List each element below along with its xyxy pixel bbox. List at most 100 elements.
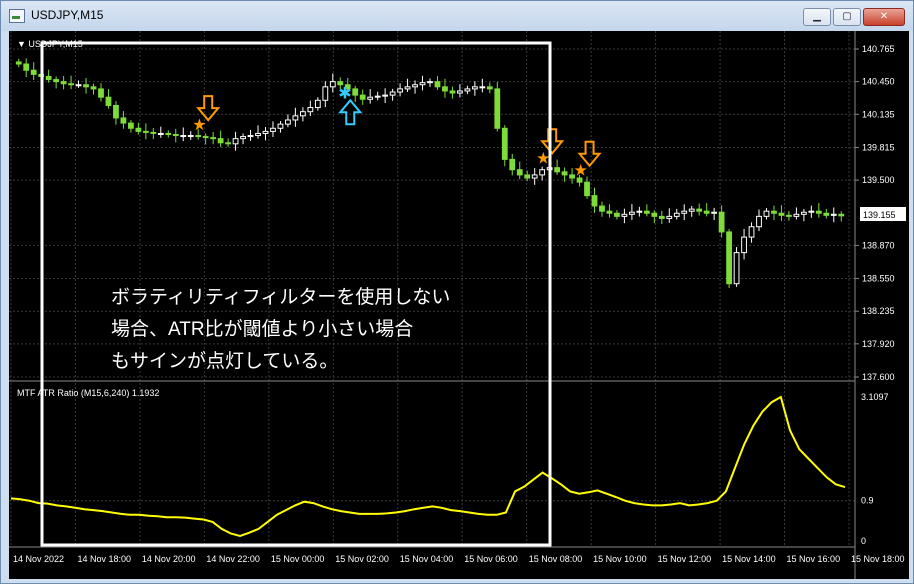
time-tick-label: 15 Nov 18:00 [851, 554, 905, 564]
candle-body [658, 215, 665, 219]
candle-body [643, 210, 650, 214]
time-tick-label: 15 Nov 10:00 [593, 554, 647, 564]
candle-body [741, 236, 747, 254]
candle-body [771, 210, 777, 214]
indicator-tick-label: 0 [861, 536, 866, 546]
sell-star-icon: ★ [192, 117, 206, 134]
candle-body [516, 169, 523, 176]
candle-body [584, 181, 590, 197]
chart-window: USDJPY,M15 ▁ ▢ ✕ ★ ✱ ★ ★ ▼ USDJPY,M15 MTF A… [0, 0, 914, 584]
candle-body [150, 131, 157, 134]
price-tick-label: 138.550 [862, 274, 895, 284]
candle-body [539, 169, 546, 176]
candle-body [412, 84, 418, 88]
candle-body [666, 215, 673, 219]
candle-body [591, 195, 598, 207]
candle-body [262, 130, 269, 134]
indicator-tick-label: 3.1097 [861, 392, 889, 402]
candle-body [113, 104, 119, 119]
price-tick-label: 138.235 [862, 306, 895, 316]
candle-body [60, 81, 67, 85]
candle-body [15, 61, 22, 65]
close-button[interactable]: ✕ [863, 8, 905, 26]
indicator-tick-label: 0.9 [861, 496, 874, 506]
candle-body [778, 212, 785, 216]
candle-body [628, 211, 635, 215]
candle-body [225, 142, 232, 145]
candle-body [337, 81, 344, 86]
candle-body [75, 84, 82, 87]
candle-body [217, 138, 224, 144]
candle-body [711, 211, 718, 214]
time-tick-label: 15 Nov 04:00 [400, 554, 454, 564]
candle-body [531, 174, 538, 179]
time-tick-label: 14 Nov 2022 [13, 554, 64, 564]
candle-body [382, 94, 389, 97]
candle-body [247, 135, 254, 138]
candle-body [23, 63, 30, 71]
time-tick-label: 14 Nov 20:00 [142, 554, 196, 564]
candle-body [277, 123, 284, 129]
candle-body [673, 212, 680, 217]
candle-body [464, 88, 471, 92]
time-tick-label: 14 Nov 22:00 [206, 554, 260, 564]
maximize-button[interactable]: ▢ [833, 8, 861, 26]
candle-body [524, 174, 531, 179]
candle-body [232, 138, 239, 145]
candle-body [142, 130, 149, 133]
time-tick-label: 14 Nov 18:00 [77, 554, 131, 564]
candle-body [501, 127, 508, 160]
price-tick-label: 140.765 [862, 44, 895, 54]
candle-body [471, 86, 478, 90]
candle-body [733, 252, 740, 285]
title-bar[interactable]: USDJPY,M15 ▁ ▢ ✕ [1, 1, 913, 31]
candle-body [172, 133, 179, 137]
candle-body [434, 81, 441, 88]
candle-body [292, 115, 299, 121]
candle-body [389, 91, 396, 96]
candle-body [120, 117, 127, 124]
candle-body [270, 127, 276, 132]
price-tick-label: 137.920 [862, 339, 895, 349]
price-tick-label: 140.450 [862, 77, 895, 87]
time-tick-label: 15 Nov 02:00 [335, 554, 389, 564]
candle-body [726, 231, 732, 285]
candle-body [30, 69, 37, 75]
candle-body [157, 132, 164, 135]
candle-body [696, 208, 703, 212]
candle-body [651, 212, 658, 217]
candle-body [187, 135, 194, 138]
price-chart[interactable]: ★✱★★ ▼ USDJPY,M15 MTF ATR Ratio (M15,6,2… [9, 31, 909, 579]
candle-body [793, 213, 800, 217]
candle-body [748, 226, 755, 238]
candle-body [128, 122, 134, 129]
candle-body [135, 127, 142, 132]
price-tick-label: 138.870 [862, 240, 895, 250]
time-tick-label: 15 Nov 16:00 [787, 554, 841, 564]
time-tick-label: 15 Nov 12:00 [658, 554, 712, 564]
price-tick-label: 139.815 [862, 142, 895, 152]
candle-body [621, 213, 628, 217]
candle-body [90, 86, 97, 90]
candle-body [105, 96, 112, 106]
candle-body [786, 214, 792, 217]
candle-body [307, 107, 314, 113]
candle-body [165, 132, 172, 135]
candle-body [314, 99, 321, 109]
candle-body [195, 135, 202, 138]
candle-body [636, 210, 643, 213]
candle-body [255, 132, 261, 137]
candle-body [374, 95, 381, 98]
candle-body [457, 90, 463, 94]
candle-body [83, 84, 89, 88]
candle-body [808, 210, 815, 213]
candle-body [815, 210, 822, 214]
candle-body [322, 86, 329, 101]
candle-body [449, 90, 456, 94]
candle-body [180, 135, 187, 138]
minimize-button[interactable]: ▁ [803, 8, 831, 26]
time-tick-label: 15 Nov 14:00 [722, 554, 776, 564]
time-tick-label: 15 Nov 06:00 [464, 554, 518, 564]
sell-star-icon: ★ [536, 150, 550, 167]
candle-body [202, 136, 209, 139]
